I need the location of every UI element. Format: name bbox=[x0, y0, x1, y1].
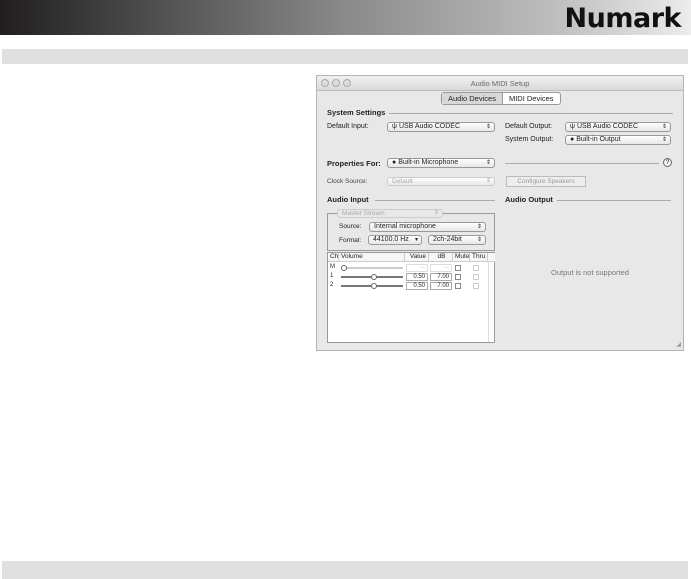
value-field[interactable]: 0.50 bbox=[406, 273, 428, 281]
value-field[interactable]: 0.50 bbox=[406, 282, 428, 290]
thru-checkbox[interactable] bbox=[473, 283, 479, 289]
col-extra bbox=[488, 253, 495, 262]
mute-checkbox[interactable] bbox=[455, 265, 461, 271]
properties-for-label: Properties For: bbox=[327, 159, 381, 168]
tab-bar: Audio Devices MIDI Devices bbox=[441, 92, 561, 105]
divider bbox=[505, 163, 659, 164]
default-input-select[interactable]: ψ USB Audio CODEC ⇕ bbox=[387, 122, 495, 132]
tab-audio-devices[interactable]: Audio Devices bbox=[442, 93, 503, 104]
divider bbox=[557, 200, 671, 201]
clock-source-select[interactable]: Default ⇕ bbox=[387, 177, 495, 186]
updown-icon: ⇕ bbox=[476, 237, 482, 243]
updown-icon: ⇕ bbox=[485, 160, 491, 166]
volume-slider-knob[interactable] bbox=[341, 265, 347, 271]
system-output-value: Built-in Output bbox=[576, 136, 621, 143]
col-thru[interactable]: Thru bbox=[470, 253, 488, 262]
stream-value: Master Stream bbox=[342, 210, 385, 217]
thru-checkbox[interactable] bbox=[473, 265, 479, 271]
default-output-select[interactable]: ψ USB Audio CODEC ⇕ bbox=[565, 122, 671, 132]
dropdown-arrow-icon: ▾ bbox=[414, 237, 418, 243]
audio-input-heading: Audio Input bbox=[327, 195, 369, 204]
default-input-value: USB Audio CODEC bbox=[398, 123, 461, 130]
db-field[interactable]: 7.00 bbox=[430, 273, 452, 281]
thru-checkbox[interactable] bbox=[473, 274, 479, 280]
input-channel-table: Ch Volume Value dB Mute Thru M -- -- 1 0… bbox=[327, 252, 495, 343]
source-label: Source: bbox=[339, 223, 362, 230]
format-label: Format: bbox=[339, 237, 362, 244]
system-settings-heading: System Settings bbox=[327, 108, 386, 117]
stream-select[interactable]: Master Stream ⇕ bbox=[337, 209, 443, 218]
clock-source-label: Clock Source: bbox=[327, 178, 368, 185]
audio-midi-setup-window: Audio MIDI Setup Audio Devices MIDI Devi… bbox=[316, 75, 684, 351]
updown-icon: ⇕ bbox=[485, 124, 491, 130]
resize-grip-icon[interactable]: ◢ bbox=[676, 341, 681, 348]
usb-icon: ψ bbox=[570, 123, 577, 130]
title-bar[interactable]: Audio MIDI Setup bbox=[317, 76, 683, 91]
col-mute[interactable]: Mute bbox=[453, 253, 470, 262]
source-select[interactable]: Internal microphone ⇕ bbox=[369, 222, 486, 232]
channel-label: M bbox=[330, 264, 335, 270]
col-value[interactable]: Value bbox=[405, 253, 429, 262]
system-output-label: System Output: bbox=[505, 136, 554, 143]
page-header-banner: Numark bbox=[0, 0, 691, 35]
clock-source-value: Default bbox=[392, 178, 413, 185]
volume-slider-knob[interactable] bbox=[371, 283, 377, 289]
updown-icon: ⇕ bbox=[661, 124, 667, 130]
bit-format-value: 2ch-24bit bbox=[433, 236, 462, 243]
sample-rate-combo[interactable]: 44100.0 Hz ▾ bbox=[368, 235, 422, 245]
channel-label: 2 bbox=[330, 282, 334, 288]
default-output-label: Default Output: bbox=[505, 123, 553, 130]
col-ch[interactable]: Ch bbox=[328, 253, 339, 262]
updown-icon: ⇕ bbox=[661, 137, 667, 143]
bit-format-select[interactable]: 2ch-24bit ⇕ bbox=[428, 235, 486, 245]
col-db[interactable]: dB bbox=[429, 253, 453, 262]
section-band-bottom bbox=[2, 561, 688, 579]
source-value: Internal microphone bbox=[374, 223, 436, 230]
sample-rate-value: 44100.0 Hz bbox=[373, 236, 409, 243]
audio-output-heading: Audio Output bbox=[505, 195, 553, 204]
section-band-top bbox=[2, 49, 688, 64]
volume-slider[interactable] bbox=[341, 267, 403, 269]
updown-icon: ⇕ bbox=[433, 210, 439, 216]
usb-icon: ψ bbox=[392, 123, 399, 130]
default-output-value: USB Audio CODEC bbox=[576, 123, 639, 130]
scroll-divider bbox=[488, 262, 489, 342]
help-button[interactable]: ? bbox=[663, 158, 672, 167]
numark-logo: Numark bbox=[564, 3, 682, 34]
updown-icon: ⇕ bbox=[485, 178, 491, 184]
output-not-supported-message: Output is not supported bbox=[551, 268, 629, 277]
tab-midi-devices[interactable]: MIDI Devices bbox=[503, 93, 560, 104]
mute-checkbox[interactable] bbox=[455, 274, 461, 280]
mute-checkbox[interactable] bbox=[455, 283, 461, 289]
system-output-select[interactable]: ● Built-in Output ⇕ bbox=[565, 135, 671, 145]
window-title: Audio MIDI Setup bbox=[470, 79, 530, 88]
db-field[interactable]: 7.00 bbox=[430, 282, 452, 290]
properties-for-value: Built-in Microphone bbox=[398, 159, 459, 166]
configure-speakers-button[interactable]: Configure Speakers bbox=[506, 176, 586, 187]
divider bbox=[389, 113, 673, 114]
db-field[interactable]: -- bbox=[430, 264, 452, 272]
properties-for-select[interactable]: ● Built-in Microphone ⇕ bbox=[387, 158, 495, 168]
updown-icon: ⇕ bbox=[476, 224, 482, 230]
input-stream-group bbox=[327, 213, 495, 251]
value-field[interactable]: -- bbox=[406, 264, 428, 272]
channel-label: 1 bbox=[330, 273, 334, 279]
default-input-label: Default Input: bbox=[327, 123, 369, 130]
volume-slider-knob[interactable] bbox=[371, 274, 377, 280]
col-volume[interactable]: Volume bbox=[339, 253, 405, 262]
divider bbox=[375, 200, 495, 201]
